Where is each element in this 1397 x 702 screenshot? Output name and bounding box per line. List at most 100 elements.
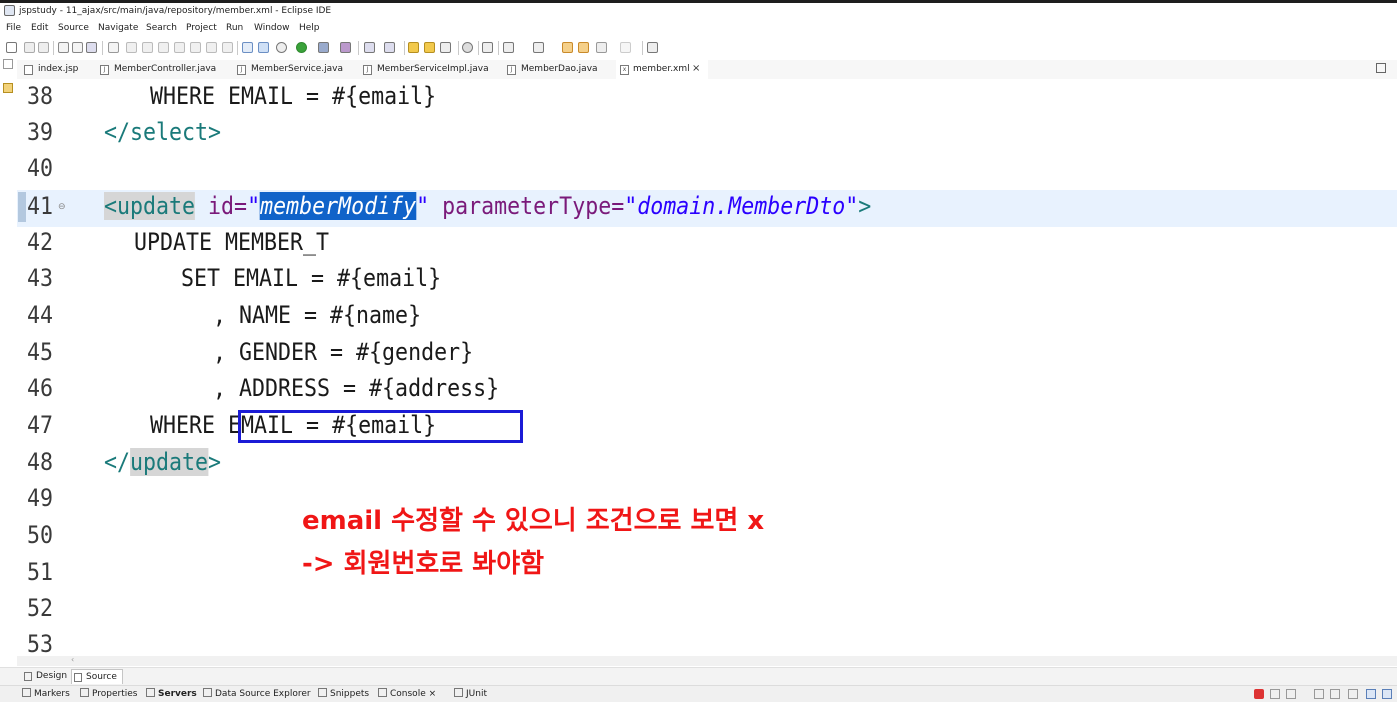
toolbar-separator [404,41,405,55]
properties-icon [80,688,89,697]
menu-help[interactable]: Help [299,23,320,33]
tab-junit[interactable]: JUnit [454,688,487,699]
terminate-icon[interactable] [158,42,169,53]
xml-source-editor[interactable]: 38 WHERE EMAIL = #{email} 39 </select> 4… [17,80,1397,656]
pin-editor-icon[interactable] [647,42,658,53]
minimized-view-icon[interactable] [3,59,13,69]
suspend-icon[interactable] [142,42,153,53]
line-number: 47 [27,411,54,439]
tab-member-controller[interactable]: J MemberController.java [100,60,230,79]
code-line-41: 41 ⊖ <update id="memberModify" parameter… [17,190,1397,227]
menu-search[interactable]: Search [146,23,177,33]
code-line-46: 46 , ADDRESS = #{address} [17,372,1397,409]
run-icon[interactable] [296,42,307,53]
fold-collapse-icon[interactable]: ⊖ [58,202,66,212]
tab-member-xml[interactable]: x member.xml × [616,60,708,79]
step-into-icon[interactable] [190,42,201,53]
menu-run[interactable]: Run [226,23,243,33]
step-over-icon[interactable] [206,42,217,53]
tab-member-service-impl[interactable]: J MemberServiceImpl.java [363,60,498,79]
scroll-lock-icon[interactable] [1314,689,1324,699]
coverage-icon[interactable] [318,42,329,53]
toggle-mark-icon[interactable] [258,42,269,53]
main-toolbar [0,37,1397,59]
line-number: 52 [27,594,54,622]
terminate-icon[interactable] [1254,689,1264,699]
open-package-icon[interactable] [408,42,419,53]
package-explorer-icon[interactable] [3,83,13,93]
tab-properties[interactable]: Properties [80,688,137,699]
forward-icon[interactable] [620,42,631,53]
tab-markers[interactable]: Markers [22,688,70,699]
pen-icon[interactable] [440,42,451,53]
remove-launch-icon[interactable] [1270,689,1280,699]
open-folder-icon[interactable] [424,42,435,53]
tab-member-service[interactable]: J MemberService.java [237,60,355,79]
line-number: 49 [27,484,54,512]
terminal-icon[interactable] [86,42,97,53]
new-web-icon[interactable] [384,42,395,53]
java-file-icon: J [363,65,372,75]
word-wrap-icon[interactable] [1330,689,1340,699]
next-annotation-icon[interactable] [503,42,514,53]
format-icon[interactable] [242,42,253,53]
menu-source[interactable]: Source [58,23,89,33]
annotation-icon[interactable] [482,42,493,53]
maximize-editor-icon[interactable] [1376,63,1386,73]
menu-file[interactable]: File [6,23,21,33]
skip-breakpoints-icon[interactable] [108,42,119,53]
tab-snippets[interactable]: Snippets [318,688,369,699]
save-icon[interactable] [24,42,35,53]
menu-project[interactable]: Project [186,23,217,33]
menu-bar: File Edit Source Navigate Search Project… [0,20,1397,36]
toolbar-separator [237,41,238,55]
new-icon[interactable] [6,42,17,53]
console-icon [378,688,387,697]
last-edit-icon[interactable] [562,42,573,53]
resume-icon[interactable] [126,42,137,53]
remove-all-icon[interactable] [1286,689,1296,699]
menu-edit[interactable]: Edit [31,23,48,33]
tab-design[interactable]: Design [22,669,70,684]
tab-console[interactable]: Console × [378,688,436,699]
line-number: 46 [27,374,54,402]
new-server-icon[interactable] [364,42,375,53]
display-console-icon[interactable] [1366,689,1376,699]
menu-window[interactable]: Window [254,23,290,33]
line-number: 38 [27,82,54,110]
step-return-icon[interactable] [222,42,233,53]
highlight-box [238,410,523,443]
prev-annotation-icon[interactable] [533,42,544,53]
save-all-icon[interactable] [38,42,49,53]
close-tab-icon: × [428,689,437,699]
line-number: 44 [27,301,54,329]
tab-member-dao[interactable]: J MemberDao.java [507,60,607,79]
menu-navigate[interactable]: Navigate [98,23,138,33]
code-line-44: 44 , NAME = #{name} [17,299,1397,336]
line-number: 43 [27,264,54,292]
tab-servers[interactable]: Servers [146,688,197,699]
disconnect-icon[interactable] [174,42,185,53]
open-task-icon[interactable] [72,42,83,53]
scroll-left-icon[interactable]: ‹ [71,655,74,664]
debug-icon[interactable] [276,42,287,53]
horizontal-scrollbar[interactable]: ‹ [17,655,1397,666]
open-type-icon[interactable] [58,42,69,53]
tab-data-source-explorer[interactable]: Data Source Explorer [203,688,311,699]
forward-edit-icon[interactable] [578,42,589,53]
editor-tab-bar: index.jsp J MemberController.java J Memb… [0,60,1397,79]
external-tools-icon[interactable] [340,42,351,53]
pin-console-icon[interactable] [1348,689,1358,699]
tab-index-jsp[interactable]: index.jsp [24,60,104,79]
tab-source[interactable]: Source [71,669,123,684]
code-line-38: 38 WHERE EMAIL = #{email} [17,80,1397,117]
title-bar: jspstudy - 11_ajax/src/main/java/reposit… [0,3,1397,20]
web-browser-icon[interactable] [462,42,473,53]
line-number: 40 [27,154,54,182]
snippets-icon [318,688,327,697]
close-tab-icon[interactable]: × [692,63,700,74]
code-line-47: 47 WHERE EMAIL = #{email} [17,409,1397,446]
open-console-icon[interactable] [1382,689,1392,699]
markers-icon [22,688,31,697]
back-icon[interactable] [596,42,607,53]
